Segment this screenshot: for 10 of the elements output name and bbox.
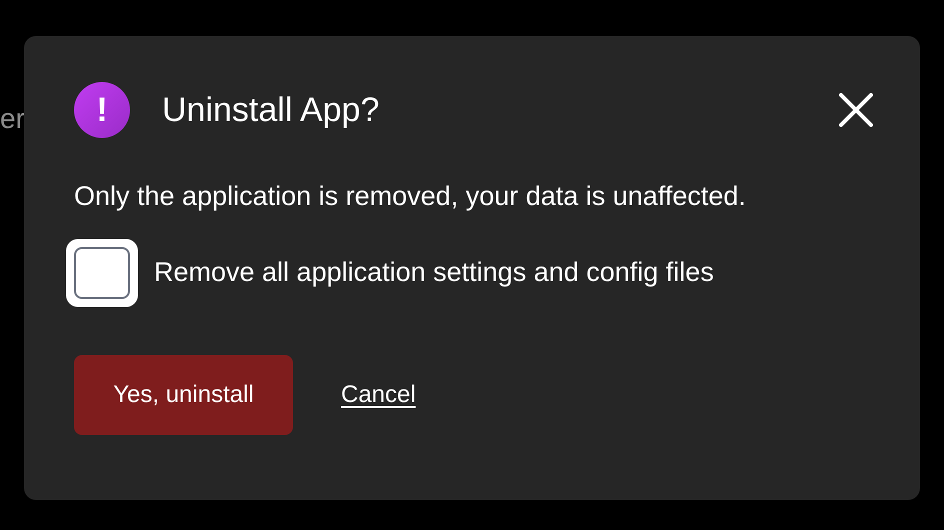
dialog-title: Uninstall App? bbox=[162, 90, 380, 130]
cancel-link[interactable]: Cancel bbox=[341, 376, 416, 412]
close-button[interactable] bbox=[836, 90, 876, 130]
checkbox-label: Remove all application settings and config files bbox=[154, 256, 714, 290]
uninstall-button[interactable]: Yes, uninstall bbox=[74, 354, 293, 434]
close-icon bbox=[838, 92, 874, 128]
checkbox[interactable] bbox=[66, 238, 138, 306]
background-text: er bbox=[0, 102, 25, 136]
dialog-message: Only the application is removed, your data is unaffected. bbox=[74, 180, 747, 213]
alert-icon: ! bbox=[74, 82, 130, 138]
